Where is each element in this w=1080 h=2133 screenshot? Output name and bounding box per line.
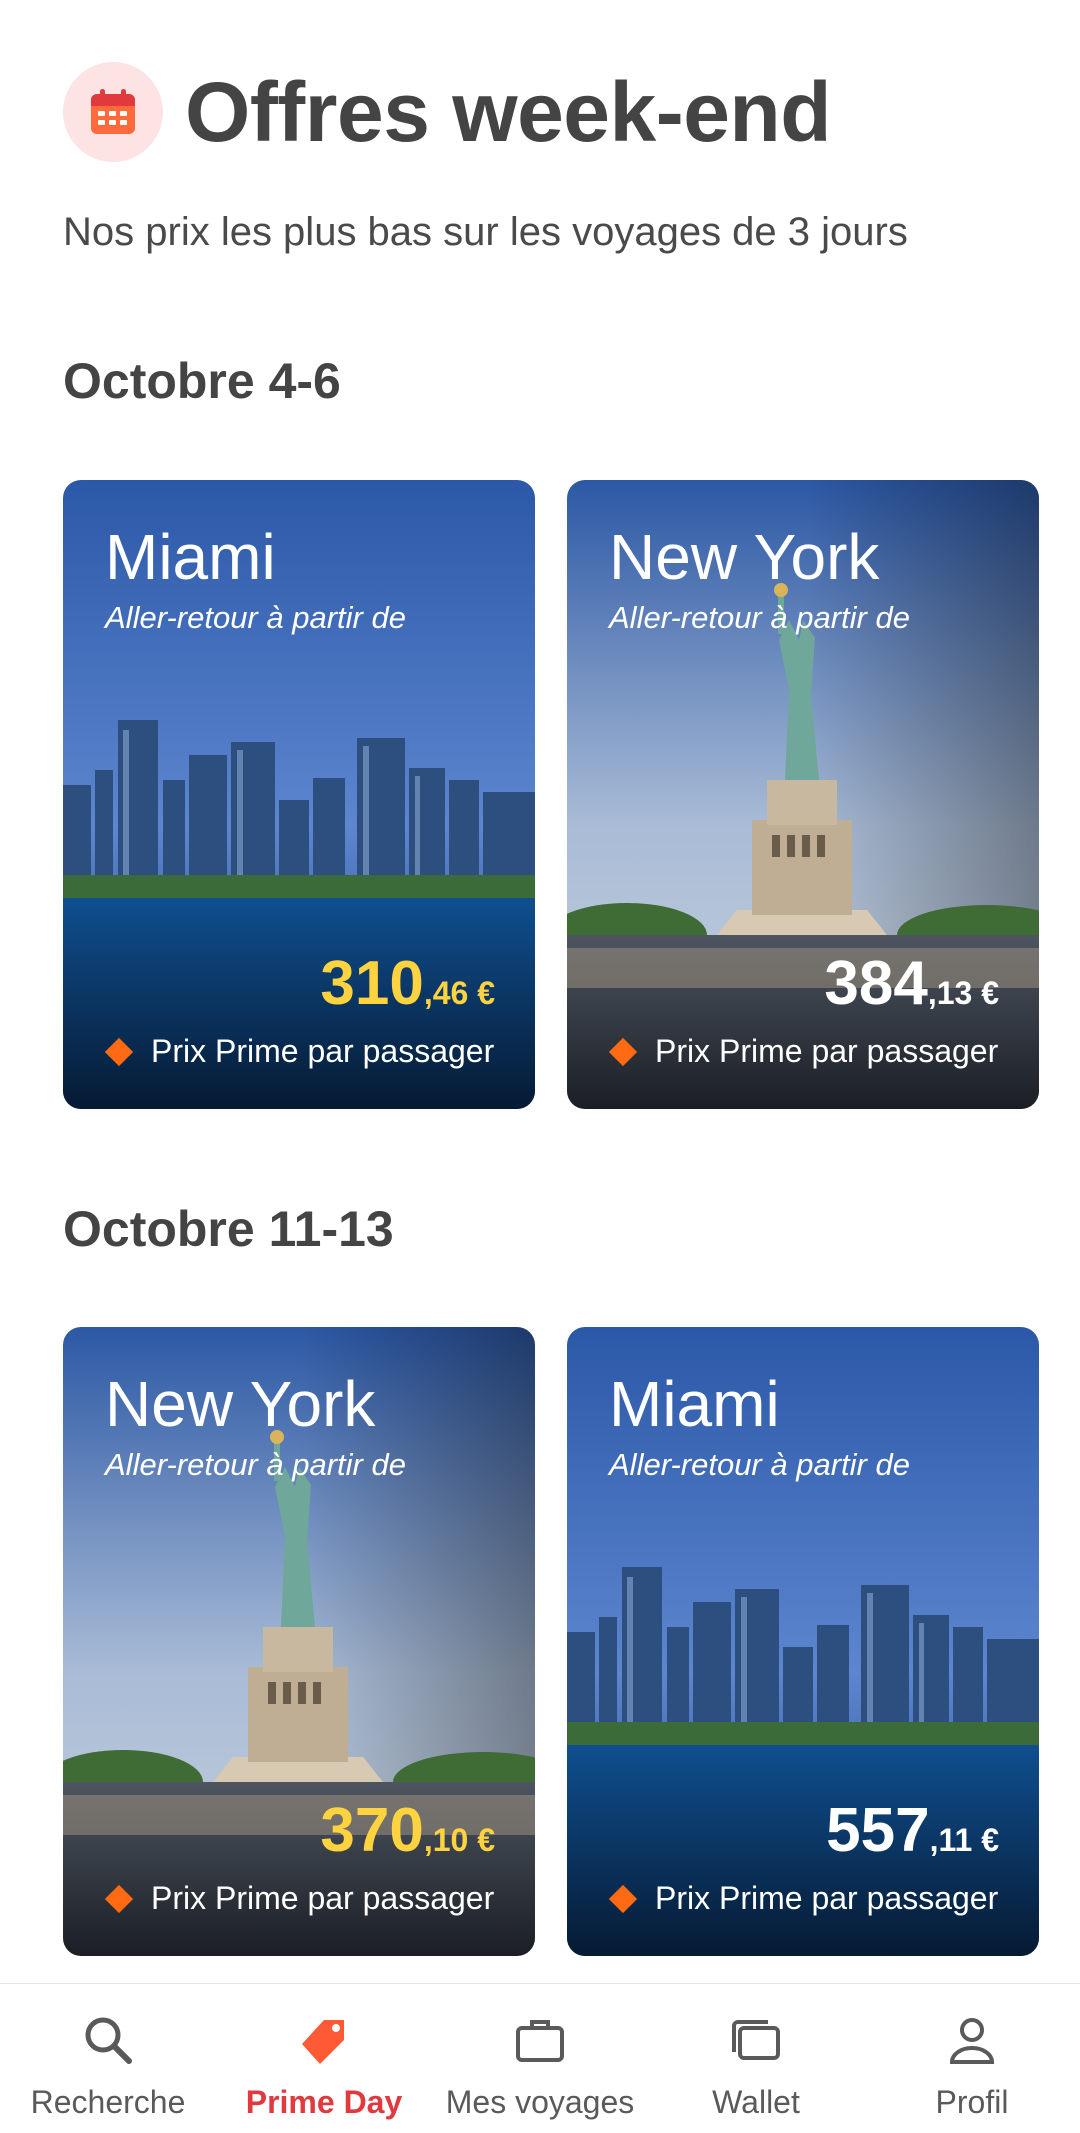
calendar-icon-badge [63, 62, 163, 162]
nav-item-mes-voyages[interactable]: Mes voyages [432, 1984, 648, 2133]
section-title-octobre-11-13: Octobre 11-13 [63, 1201, 394, 1257]
nav-item-recherche[interactable]: Recherche [0, 1984, 216, 2133]
deal-card-miami-oct-11-13[interactable]: Miami Aller-retour à partir de 557,11 € … [567, 1327, 1039, 1956]
search-icon [78, 2010, 138, 2070]
nav-label: Profil [935, 2084, 1009, 2120]
nav-label: Prime Day [245, 2084, 403, 2120]
card-price: 557,11 € [826, 1795, 999, 1866]
prime-price-row: Prix Prime par passager [608, 1033, 999, 1070]
prime-price-row: Prix Prime par passager [104, 1880, 495, 1917]
nav-item-prime-day[interactable]: Prime Day [216, 1984, 432, 2133]
tag-icon [294, 2010, 354, 2070]
wallet-icon [726, 2010, 786, 2070]
nav-label: Wallet [712, 2084, 800, 2120]
prime-price-label: Prix Prime par passager [655, 1880, 999, 1916]
calendar-icon [91, 89, 135, 134]
prime-price-row: Prix Prime par passager [608, 1880, 999, 1917]
prime-price-label: Prix Prime par passager [151, 1033, 495, 1069]
card-city: Miami [609, 1368, 780, 1440]
deal-card-new-york-oct-11-13[interactable]: New York Aller-retour à partir de 370,10… [63, 1327, 535, 1956]
price-main: 370 [320, 1796, 424, 1865]
card-from-label: Aller-retour à partir de [105, 600, 406, 635]
card-from-label: Aller-retour à partir de [609, 1447, 910, 1482]
bottom-navigation: Recherche Prime Day Mes voyages Wallet P… [0, 1983, 1080, 2133]
card-city: New York [609, 521, 880, 593]
briefcase-icon [510, 2010, 570, 2070]
price-cents: ,11 € [929, 1822, 999, 1858]
prime-price-row: Prix Prime par passager [104, 1033, 495, 1070]
profile-icon [942, 2010, 1002, 2070]
price-cents: ,13 € [927, 975, 999, 1011]
nav-item-profil[interactable]: Profil [864, 1984, 1080, 2133]
page-header: Offres week-end [63, 62, 832, 162]
card-city: Miami [105, 521, 276, 593]
prime-price-label: Prix Prime par passager [151, 1880, 495, 1916]
prime-diamond-icon [608, 1884, 638, 1913]
nav-item-wallet[interactable]: Wallet [648, 1984, 864, 2133]
price-main: 557 [826, 1796, 930, 1865]
prime-diamond-icon [104, 1037, 134, 1066]
nav-label: Recherche [30, 2084, 186, 2120]
deal-card-miami-oct-4-6[interactable]: Miami Aller-retour à partir de 310,46 € … [63, 480, 535, 1109]
card-from-label: Aller-retour à partir de [609, 600, 910, 635]
prime-diamond-icon [104, 1884, 134, 1913]
card-price: 370,10 € [320, 1795, 495, 1866]
section-title-octobre-4-6: Octobre 4-6 [63, 353, 341, 409]
card-from-label: Aller-retour à partir de [105, 1447, 406, 1482]
page-title: Offres week-end [185, 64, 832, 159]
prime-diamond-icon [608, 1037, 638, 1066]
price-main: 384 [824, 949, 928, 1018]
price-cents: ,46 € [423, 975, 495, 1011]
price-cents: ,10 € [423, 1822, 495, 1858]
page-subtitle: Nos prix les plus bas sur les voyages de… [63, 210, 908, 254]
nav-label: Mes voyages [445, 2084, 635, 2120]
card-price: 384,13 € [824, 948, 999, 1019]
price-main: 310 [320, 949, 424, 1018]
card-price: 310,46 € [320, 948, 495, 1019]
prime-price-label: Prix Prime par passager [655, 1033, 999, 1069]
deal-card-new-york-oct-4-6[interactable]: New York Aller-retour à partir de 384,13… [567, 480, 1039, 1109]
card-city: New York [105, 1368, 376, 1440]
